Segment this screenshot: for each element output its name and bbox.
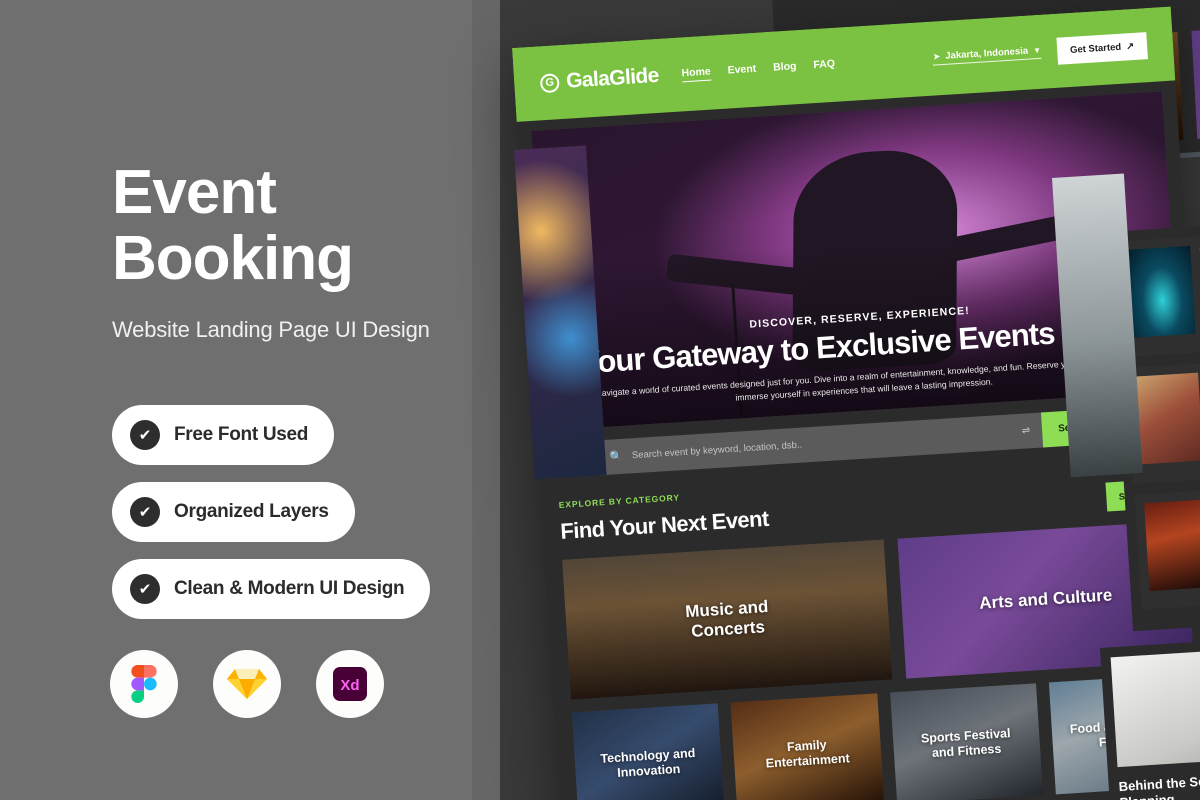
adobe-xd-icon: Xd [316, 650, 384, 718]
event-thumbnail [1128, 245, 1196, 338]
feature-badge-list: ✔ Free Font Used ✔ Organized Layers ✔ Cl… [112, 405, 431, 636]
category-card-family-entertainment[interactable]: Family Entertainment [730, 693, 884, 800]
sketch-icon [213, 650, 281, 718]
feature-badge: ✔ Organized Layers [112, 482, 355, 542]
blog-title: Behind the Scenes: EventPlanning [1118, 769, 1200, 800]
nav-link-faq[interactable]: FAQ [813, 57, 835, 73]
brand-name: GalaGlide [565, 63, 660, 93]
gala-glide-logo-icon: G [539, 72, 560, 93]
image-overlay [1191, 11, 1200, 139]
check-circle-icon: ✔ [130, 574, 160, 604]
figma-icon [110, 650, 178, 718]
section-title: Find Your Next Event [559, 505, 770, 544]
feature-badge: ✔ Clean & Modern UI Design [112, 559, 431, 619]
feature-badge-label: Organized Layers [174, 501, 329, 522]
get-started-button[interactable]: Get Started ↗ [1056, 31, 1148, 65]
blog-thumbnail [1110, 642, 1200, 768]
filter-sliders-icon[interactable]: ⇌ [1022, 425, 1031, 437]
nav-link-event[interactable]: Event [727, 62, 756, 79]
event-card[interactable]: November 22, 2024 Comedy NightJakarta ◉ … [1134, 479, 1200, 610]
category-card-label: Music and Concerts [684, 596, 769, 641]
nav-links: Home Event Blog FAQ [681, 57, 835, 82]
check-circle-icon: ✔ [130, 420, 160, 450]
category-section: EXPLORE BY CATEGORY Find Your Next Event… [539, 438, 1200, 800]
page-title: Event Booking [112, 158, 472, 294]
promo-title-line-1: Event [112, 158, 277, 227]
feature-badge-label: Clean & Modern UI Design [174, 578, 405, 599]
svg-text:Xd: Xd [340, 677, 359, 694]
arrow-up-right-icon: ↗ [1125, 40, 1135, 52]
nav-link-blog[interactable]: Blog [773, 60, 797, 76]
brand-logo[interactable]: G GalaGlide [539, 63, 660, 95]
promo-block: Event Booking Website Landing Page UI De… [112, 158, 472, 343]
category-card[interactable] [1191, 11, 1200, 139]
feature-badge-label: Free Font Used [174, 424, 309, 445]
promo-subtitle: Website Landing Page UI Design [112, 316, 430, 342]
category-card-technology-and-innovation[interactable]: Technology and Innovation [571, 703, 725, 800]
tool-icon-list: Xd [110, 650, 384, 718]
search-icon: 🔍 [608, 450, 624, 464]
event-thumbnail [1136, 372, 1200, 465]
location-value: Jakarta, Indonesia [945, 45, 1029, 62]
nav-link-home[interactable]: Home [681, 65, 712, 82]
category-card-music-and-concerts[interactable]: Music and Concerts [562, 539, 893, 700]
promo-title-line-2: Booking [112, 224, 354, 294]
category-grid-top: Music and Concerts Arts and Culture [562, 520, 1194, 700]
location-pin-icon: ➤ [932, 51, 941, 62]
check-circle-icon: ✔ [130, 497, 160, 527]
event-thumbnail [1144, 498, 1200, 591]
presentation-canvas: Event Booking Website Landing Page UI De… [0, 0, 1200, 800]
location-selector[interactable]: ➤ Jakarta, Indonesia ▼ [932, 44, 1042, 66]
blog-card-mockup-screen: Behind the Scenes: EventPlanning Read Mo… [1100, 632, 1200, 800]
get-started-label: Get Started [1069, 41, 1122, 56]
chevron-down-icon: ▼ [1032, 45, 1042, 56]
category-card-label: Family Entertainment [765, 737, 851, 771]
feature-badge: ✔ Free Font Used [112, 405, 335, 465]
category-card-sports-festival-and-fitness[interactable]: Sports Festival and Fitness [889, 683, 1043, 800]
